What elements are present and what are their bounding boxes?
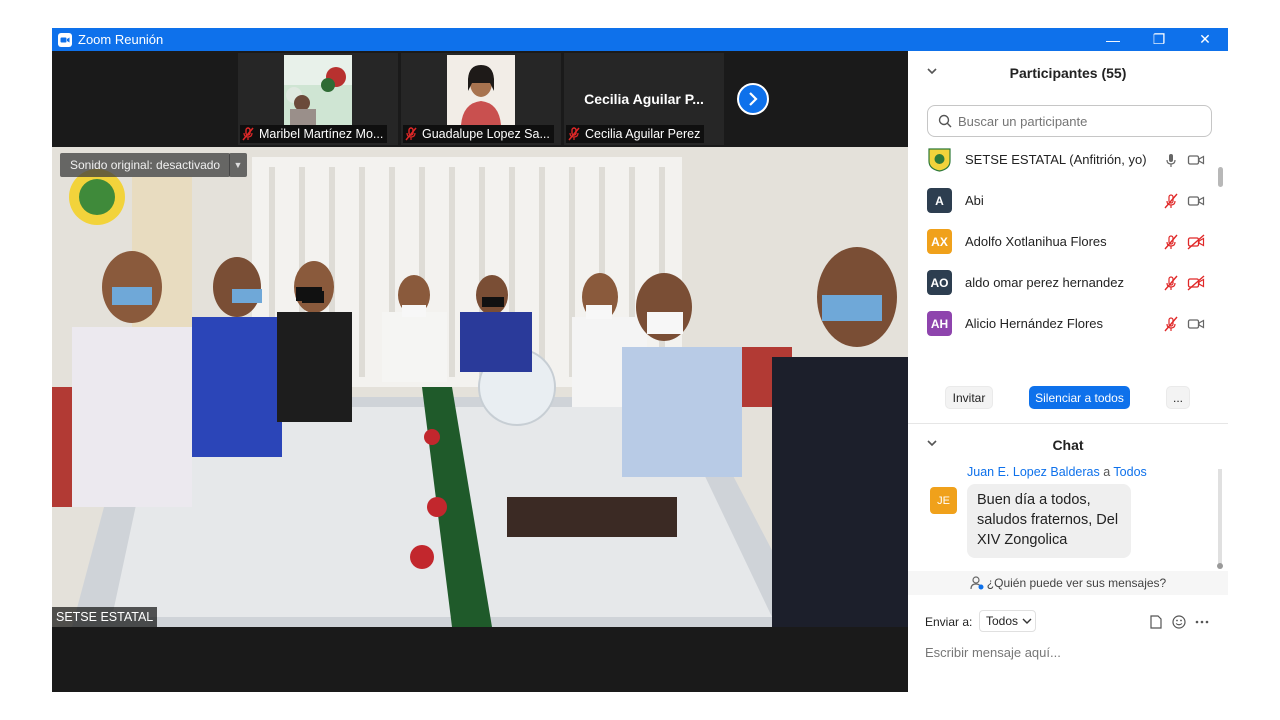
mic-muted-icon — [242, 127, 254, 141]
participant-search-input[interactable] — [958, 113, 1198, 129]
participant-name: Adolfo Xotlanihua Flores — [965, 234, 1107, 249]
participant-name: aldo omar perez hernandez — [965, 275, 1124, 290]
more-icon[interactable] — [1194, 614, 1210, 630]
participant-name-tag: Guadalupe Lopez Sa... — [403, 125, 554, 143]
send-to-label: Enviar a: — [925, 615, 973, 629]
setse-logo-icon — [928, 148, 951, 172]
send-to-row: Enviar a: Todos — [908, 608, 1228, 636]
participant-thumbnail[interactable]: Guadalupe Lopez Sa... — [401, 53, 561, 145]
send-to-select[interactable]: Todos — [979, 610, 1036, 632]
participant-row[interactable]: A Abi — [908, 180, 1218, 221]
zoom-window: Zoom Reunión — ❐ ✕ Maribel Martínez Mo..… — [52, 28, 1228, 692]
avatar: AH — [927, 311, 952, 336]
invite-button[interactable]: Invitar — [945, 386, 993, 409]
chat-scrollbar[interactable] — [1218, 469, 1222, 564]
minimize-button[interactable]: — — [1090, 28, 1136, 51]
participant-display-name: Cecilia Aguilar P... — [584, 91, 704, 107]
participants-title: Participantes (55) — [1009, 65, 1127, 81]
participant-actions: Invitar Silenciar a todos ... — [908, 382, 1228, 412]
participant-name: Alicio Hernández Flores — [965, 316, 1104, 331]
zoom-app-icon — [58, 32, 72, 47]
meeting-room-image — [52, 147, 908, 627]
participant-list: SETSE ESTATAL (Anfitrión, yo) A Abi AX A… — [908, 139, 1228, 339]
video-camera-icon[interactable] — [1187, 193, 1205, 209]
who-can-see-label: ¿Quién puede ver sus mensajes? — [986, 576, 1167, 590]
send-to-value: Todos — [986, 614, 1019, 628]
chat-header: Chat — [908, 423, 1228, 467]
video-camera-icon[interactable] — [1187, 316, 1205, 332]
emoji-icon[interactable] — [1171, 614, 1187, 630]
chevron-down-icon — [1022, 618, 1032, 624]
mic-muted-icon[interactable] — [1163, 275, 1179, 291]
chevron-down-icon[interactable] — [926, 65, 938, 77]
window-title: Zoom Reunión — [78, 32, 164, 47]
video-frame-image — [447, 55, 515, 125]
participant-row[interactable]: AH Alicio Hernández Flores — [908, 303, 1218, 339]
close-button[interactable]: ✕ — [1182, 28, 1228, 51]
chat-message-bubble: Buen día a todos, saludos fraternos, Del… — [967, 484, 1131, 558]
search-icon — [938, 114, 952, 128]
mute-all-button[interactable]: Silenciar a todos — [1029, 386, 1130, 409]
participant-row[interactable]: AO aldo omar perez hernandez — [908, 262, 1218, 303]
participant-name: Maribel Martínez Mo... — [259, 127, 384, 141]
chat-sender[interactable]: Juan E. Lopez Balderas — [967, 465, 1100, 479]
participant-video — [284, 55, 352, 125]
mic-muted-icon — [405, 127, 417, 141]
side-panel: Participantes (55) SETSE ESTATAL (Anfitr… — [908, 51, 1228, 692]
speaker-name-tag: SETSE ESTATAL — [52, 607, 158, 627]
participant-name-tag: Maribel Martínez Mo... — [240, 125, 388, 143]
participant-row[interactable]: SETSE ESTATAL (Anfitrión, yo) — [908, 139, 1218, 180]
chat-sender-avatar: JE — [930, 487, 957, 514]
mic-icon[interactable] — [1163, 152, 1179, 168]
original-sound-toggle[interactable]: Sonido original: desactivado — [60, 153, 231, 177]
chat-to-word: a — [1103, 465, 1111, 479]
user-info-icon — [970, 576, 984, 590]
chevron-down-icon[interactable] — [926, 437, 938, 449]
participant-row[interactable]: AX Adolfo Xotlanihua Flores — [908, 221, 1218, 262]
more-options-button[interactable]: ... — [1166, 386, 1190, 409]
video-camera-off-icon[interactable] — [1187, 233, 1205, 250]
next-page-button[interactable] — [737, 83, 769, 115]
chevron-down-icon: ▼ — [233, 160, 243, 170]
thumbnail-strip: Maribel Martínez Mo... Guadalupe Lopez S… — [52, 51, 908, 147]
participant-name: Abi — [965, 193, 984, 208]
chat-recipient[interactable]: Todos — [1113, 465, 1146, 479]
mic-muted-icon[interactable] — [1163, 316, 1179, 332]
mic-muted-icon — [568, 127, 580, 141]
participant-name: Guadalupe Lopez Sa... — [422, 127, 550, 141]
avatar: AO — [927, 270, 952, 295]
participant-thumbnail[interactable]: Maribel Martínez Mo... — [238, 53, 398, 145]
chat-message-input[interactable] — [925, 641, 1215, 663]
video-frame-image — [284, 55, 352, 125]
participant-name: Cecilia Aguilar Perez — [585, 127, 701, 141]
chevron-right-icon — [749, 92, 758, 106]
video-camera-icon[interactable] — [1187, 152, 1205, 168]
participant-search[interactable] — [927, 105, 1212, 137]
avatar — [927, 147, 952, 172]
active-speaker-video[interactable]: Sonido original: desactivado ▼ SETSE EST… — [52, 147, 908, 627]
video-camera-off-icon[interactable] — [1187, 274, 1205, 291]
participant-name-tag: Cecilia Aguilar Perez — [566, 125, 705, 143]
avatar: AX — [927, 229, 952, 254]
chat-message-meta: Juan E. Lopez Balderas a Todos — [967, 465, 1147, 479]
chat-scrollbar-thumb[interactable] — [1217, 563, 1223, 569]
video-area: Maribel Martínez Mo... Guadalupe Lopez S… — [52, 51, 908, 692]
participants-header: Participantes (55) — [908, 51, 1228, 95]
mic-muted-icon[interactable] — [1163, 193, 1179, 209]
restore-button[interactable]: ❐ — [1136, 28, 1182, 51]
participant-list-scrollbar[interactable] — [1218, 167, 1223, 187]
who-can-see-messages-link[interactable]: ¿Quién puede ver sus mensajes? — [908, 571, 1228, 595]
mic-muted-icon[interactable] — [1163, 234, 1179, 250]
participant-name: SETSE ESTATAL (Anfitrión, yo) — [965, 152, 1147, 167]
participant-thumbnail[interactable]: Cecilia Aguilar P... Cecilia Aguilar Per… — [564, 53, 724, 145]
chat-title: Chat — [1052, 437, 1084, 453]
avatar: A — [927, 188, 952, 213]
sound-options-dropdown[interactable]: ▼ — [229, 153, 247, 177]
file-icon[interactable] — [1148, 614, 1164, 630]
title-bar: Zoom Reunión — ❐ ✕ — [52, 28, 1228, 51]
participant-video — [447, 55, 515, 125]
